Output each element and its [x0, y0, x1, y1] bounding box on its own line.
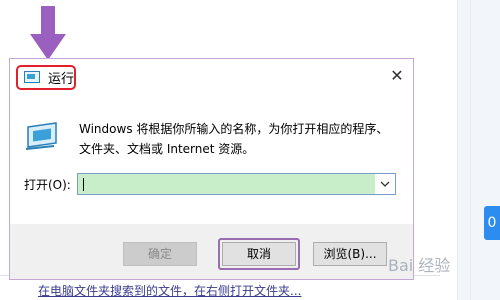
close-icon[interactable]: ✕ [388, 67, 406, 85]
ok-button[interactable]: 确定 [123, 242, 197, 266]
background-badge: 0 [484, 206, 500, 240]
background-divider [470, 0, 471, 300]
down-arrow-icon [30, 6, 66, 60]
background-link-text[interactable]: 在电脑文件夹搜索到的文件，在右侧打开文件夹... [38, 282, 368, 300]
text-caret [83, 178, 84, 191]
cancel-highlight-box [218, 238, 300, 270]
dialog-footer: 确定 取消 浏览(B)... [10, 224, 413, 279]
dialog-body: Windows 将根据你所输入的名称，为你打开相应的程序、文件夹、文档或 Int… [10, 95, 413, 224]
watermark-logo: Bai 经验 [388, 256, 451, 275]
open-field-label: 打开(O): [24, 178, 71, 192]
title-bar[interactable]: 运行 ✕ [10, 59, 413, 95]
dialog-description: Windows 将根据你所输入的名称，为你打开相应的程序、文件夹、文档或 Int… [79, 122, 389, 156]
chevron-down-icon [380, 181, 390, 187]
open-input[interactable] [77, 173, 396, 195]
run-program-icon [25, 122, 57, 150]
run-dialog: 运行 ✕ Windows 将根据你所输入的名称，为你打开相应的程序、文件夹、文档… [9, 58, 414, 280]
dropdown-button[interactable] [374, 174, 395, 194]
title-highlight-box [16, 65, 76, 90]
browse-button[interactable]: 浏览(B)... [313, 242, 387, 266]
background-page-strip [457, 0, 500, 300]
